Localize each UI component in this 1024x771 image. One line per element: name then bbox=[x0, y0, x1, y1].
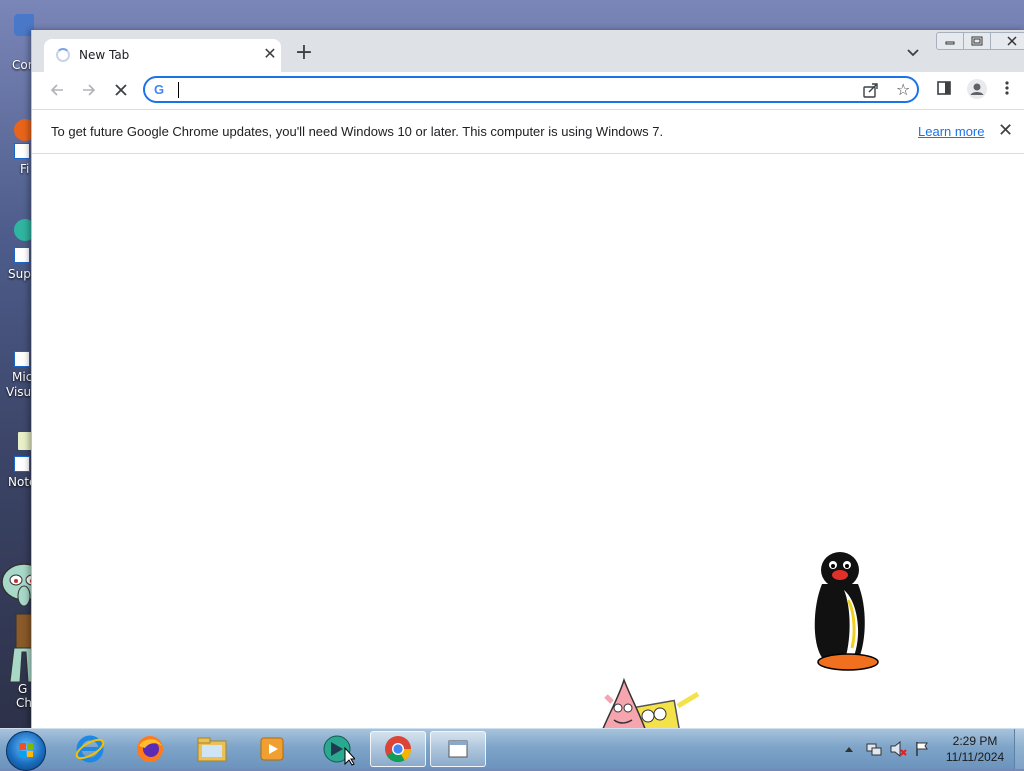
shortcut-arrow-icon bbox=[14, 351, 30, 367]
close-icon bbox=[1007, 36, 1017, 46]
forward-button[interactable] bbox=[79, 80, 99, 100]
desktop-icon-label: Fi bbox=[20, 162, 30, 176]
file-explorer-icon bbox=[197, 737, 227, 762]
start-button[interactable] bbox=[6, 731, 46, 771]
taskbar-app[interactable] bbox=[310, 731, 366, 767]
maximize-button[interactable] bbox=[964, 33, 991, 49]
taskbar-chrome[interactable] bbox=[370, 731, 426, 767]
window-controls bbox=[936, 32, 1024, 50]
profile-button[interactable] bbox=[966, 78, 988, 104]
show-desktop-button[interactable] bbox=[1014, 729, 1024, 769]
shortcut-arrow-icon bbox=[14, 456, 30, 472]
update-infobar: To get future Google Chrome updates, you… bbox=[32, 109, 1024, 154]
firefox-icon bbox=[137, 736, 163, 762]
app-icon bbox=[323, 735, 355, 766]
text-caret bbox=[178, 82, 179, 98]
internet-explorer-icon bbox=[75, 735, 105, 763]
side-panel-icon bbox=[937, 81, 951, 95]
back-arrow-icon bbox=[50, 84, 63, 96]
media-player-icon bbox=[260, 737, 284, 761]
taskbar-firefox[interactable] bbox=[122, 731, 178, 767]
shortcut-arrow-icon bbox=[14, 143, 30, 159]
close-window-button[interactable] bbox=[991, 33, 1024, 49]
bookmark-star-icon[interactable]: ☆ bbox=[896, 80, 910, 99]
window-icon bbox=[448, 740, 468, 758]
windows-logo-icon bbox=[19, 743, 33, 757]
browser-toolbar: G ☆ bbox=[32, 72, 1024, 109]
desktop-icon-label: Cor bbox=[12, 58, 33, 72]
pingu-character-image bbox=[814, 552, 879, 671]
desktop-icon-label: Mic bbox=[12, 370, 33, 384]
chrome-icon bbox=[385, 736, 412, 763]
tab-strip: New Tab ✕ + bbox=[32, 30, 1024, 72]
action-center-flag-icon[interactable] bbox=[914, 741, 930, 757]
address-bar[interactable]: G ☆ bbox=[143, 76, 919, 103]
kebab-menu-icon bbox=[1005, 81, 1009, 95]
taskbar: 2:29 PM 11/11/2024 bbox=[0, 728, 1024, 771]
address-input[interactable] bbox=[177, 81, 821, 101]
tab-title: New Tab bbox=[79, 48, 130, 62]
clock-time: 2:29 PM bbox=[952, 734, 998, 748]
taskbar-clock[interactable]: 2:29 PM 11/11/2024 bbox=[940, 733, 1010, 765]
taskbar-file-explorer[interactable] bbox=[184, 731, 240, 767]
stop-loading-button[interactable] bbox=[111, 80, 131, 100]
desktop-icon-label: Visua bbox=[6, 385, 34, 399]
new-tab-button[interactable]: + bbox=[294, 42, 314, 64]
menu-button[interactable] bbox=[1004, 80, 1010, 100]
show-hidden-icons-icon[interactable] bbox=[844, 745, 854, 753]
desktop-icon-label: Ch bbox=[16, 696, 32, 710]
forward-arrow-icon bbox=[83, 84, 96, 96]
restore-icon bbox=[971, 36, 983, 46]
side-panel-button[interactable] bbox=[936, 80, 952, 100]
tab-close-icon[interactable]: ✕ bbox=[261, 45, 279, 63]
loading-spinner-icon bbox=[56, 48, 70, 62]
back-button[interactable] bbox=[47, 80, 67, 100]
clock-date: 11/11/2024 bbox=[945, 750, 1005, 764]
taskbar-media-player[interactable] bbox=[244, 731, 300, 767]
notepad-icon bbox=[18, 432, 32, 450]
volume-muted-icon[interactable] bbox=[890, 741, 908, 757]
infobar-message: To get future Google Chrome updates, you… bbox=[51, 124, 664, 139]
learn-more-link[interactable]: Learn more bbox=[918, 124, 984, 139]
share-icon[interactable] bbox=[863, 81, 879, 99]
tab-search-chevron-icon[interactable] bbox=[906, 46, 920, 60]
tab-new-tab[interactable]: New Tab ✕ bbox=[44, 39, 281, 72]
taskbar-internet-explorer[interactable] bbox=[62, 731, 118, 767]
infobar-close-icon[interactable]: ✕ bbox=[998, 120, 1013, 141]
google-g-icon: G bbox=[154, 82, 165, 97]
taskbar-window[interactable] bbox=[430, 731, 486, 767]
shortcut-arrow-icon bbox=[14, 247, 30, 263]
network-icon[interactable] bbox=[866, 741, 882, 757]
profile-avatar-icon bbox=[967, 79, 987, 99]
stop-icon bbox=[115, 84, 127, 96]
minimize-icon bbox=[945, 41, 955, 45]
minimize-button[interactable] bbox=[937, 33, 964, 49]
